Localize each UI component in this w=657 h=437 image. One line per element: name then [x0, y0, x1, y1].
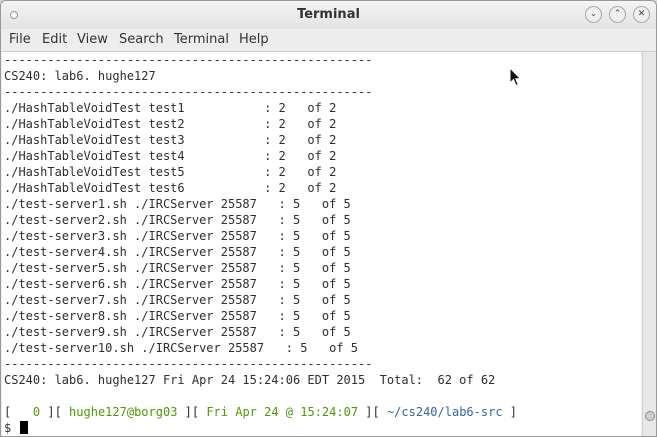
menu-search[interactable]: Search	[119, 32, 164, 47]
output-line: CS240: lab6. hughe127 Fri Apr 24 15:24:0…	[4, 373, 496, 387]
close-button[interactable]: ✕	[633, 6, 650, 23]
prompt-cwd: ~/cs240/lab6-src	[386, 405, 503, 419]
output-line: ----------------------------------------…	[4, 357, 373, 371]
prompt-status-line: [ 0 ][ hughe127@borg03 ][ Fri Apr 24 @ 1…	[4, 404, 517, 420]
prompt-symbol: $	[4, 421, 19, 435]
output-line: ./test-server9.sh ./IRCServer 25587 : 5 …	[4, 325, 351, 339]
prompt-user-host: hughe127@borg03	[69, 405, 178, 419]
output-line: ./HashTableVoidTest test5 : 2 of 2	[4, 165, 337, 179]
output-line: ./HashTableVoidTest test3 : 2 of 2	[4, 133, 337, 147]
terminal-window: Terminal ⌄ ⌃ ✕ File Edit View Search Ter…	[0, 0, 657, 437]
output-line: ----------------------------------------…	[4, 53, 373, 67]
prompt-separator: ][	[177, 405, 207, 419]
prompt-datetime: Fri Apr 24 @ 15:24:07	[206, 405, 359, 419]
menu-view[interactable]: View	[77, 32, 108, 47]
output-line: ./test-server7.sh ./IRCServer 25587 : 5 …	[4, 293, 351, 307]
text-cursor	[20, 421, 29, 434]
command-line[interactable]: $	[4, 420, 29, 436]
output-line: ./test-server3.sh ./IRCServer 25587 : 5 …	[4, 229, 351, 243]
output-line: ./test-server10.sh ./IRCServer 25587 : 5…	[4, 341, 359, 355]
scrollbar-thumb[interactable]	[645, 411, 655, 421]
menu-help[interactable]: Help	[239, 32, 269, 47]
prompt-bracket: ]	[502, 405, 517, 419]
prompt-exit-code: 0	[11, 405, 41, 419]
output-line: ./HashTableVoidTest test6 : 2 of 2	[4, 181, 337, 195]
menu-file[interactable]: File	[9, 32, 31, 47]
minimize-button[interactable]: ⌄	[585, 6, 602, 23]
output-line: ./HashTableVoidTest test4 : 2 of 2	[4, 149, 337, 163]
output-line: ----------------------------------------…	[4, 85, 373, 99]
window-title: Terminal	[297, 7, 360, 22]
output-line: ./test-server2.sh ./IRCServer 25587 : 5 …	[4, 213, 351, 227]
prompt-separator: ][	[40, 405, 70, 419]
output-line: ./test-server5.sh ./IRCServer 25587 : 5 …	[4, 261, 351, 275]
output-line: ./test-server1.sh ./IRCServer 25587 : 5 …	[4, 197, 351, 211]
prompt-separator: ][	[358, 405, 387, 419]
mouse-pointer-icon	[509, 67, 522, 87]
menu-terminal[interactable]: Terminal	[174, 32, 229, 47]
output-line: ./HashTableVoidTest test2 : 2 of 2	[4, 117, 337, 131]
menu-bar: File Edit View Search Terminal Help	[1, 29, 656, 52]
output-line: CS240: lab6. hughe127	[4, 69, 156, 83]
menu-edit[interactable]: Edit	[42, 32, 67, 47]
title-bar[interactable]: Terminal ⌄ ⌃ ✕	[1, 1, 656, 29]
terminal-output[interactable]: ----------------------------------------…	[2, 52, 641, 436]
output-line: ./test-server6.sh ./IRCServer 25587 : 5 …	[4, 277, 351, 291]
output-line: ./HashTableVoidTest test1 : 2 of 2	[4, 101, 337, 115]
output-line: ./test-server8.sh ./IRCServer 25587 : 5 …	[4, 309, 351, 323]
output-line: ./test-server4.sh ./IRCServer 25587 : 5 …	[4, 245, 351, 259]
vertical-scrollbar[interactable]	[642, 52, 656, 436]
maximize-button[interactable]: ⌃	[609, 6, 626, 23]
